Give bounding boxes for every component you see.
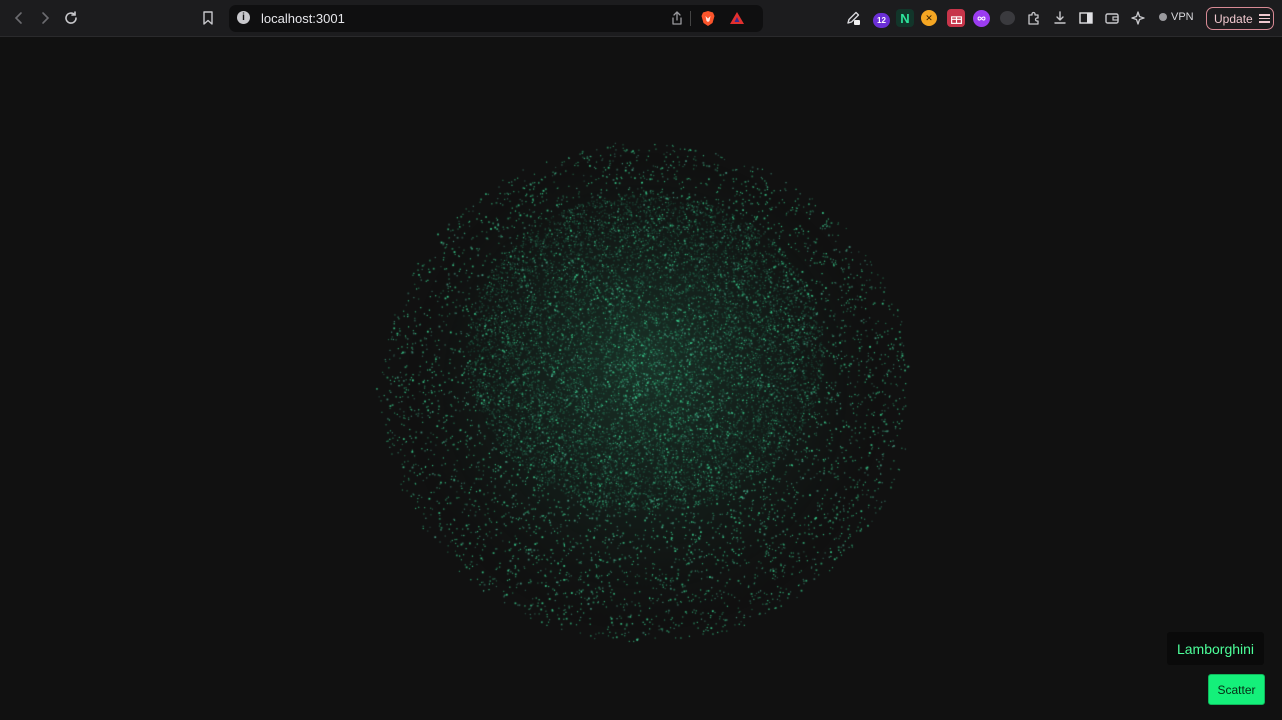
brave-shields-icon[interactable] bbox=[700, 10, 716, 27]
gift-icon bbox=[950, 15, 962, 24]
scatter-button[interactable]: Scatter bbox=[1208, 674, 1265, 705]
leo-ai-button[interactable] bbox=[1128, 8, 1148, 28]
extension-gift-icon[interactable] bbox=[947, 9, 965, 27]
address-bar[interactable]: i localhost:3001 bbox=[229, 5, 763, 32]
reload-button[interactable] bbox=[60, 7, 82, 29]
reload-icon bbox=[65, 11, 77, 24]
infinity-icon bbox=[977, 16, 986, 21]
vpn-status-icon bbox=[1159, 13, 1167, 21]
address-separator bbox=[690, 11, 691, 26]
hamburger-menu-icon bbox=[1258, 14, 1270, 23]
bookmark-button[interactable] bbox=[197, 7, 219, 29]
particle-canvas[interactable] bbox=[0, 37, 1282, 720]
puzzle-icon bbox=[1028, 11, 1039, 25]
download-icon bbox=[1054, 11, 1066, 24]
extension-cloud-icon[interactable] bbox=[1000, 11, 1015, 25]
vpn-button[interactable]: VPN bbox=[1159, 11, 1194, 23]
wallet-icon bbox=[1105, 13, 1119, 24]
extension-orange-icon[interactable]: ✕ bbox=[921, 10, 937, 26]
site-info-icon[interactable]: i bbox=[237, 11, 250, 24]
bookmark-icon bbox=[203, 11, 213, 25]
chevron-left-icon bbox=[14, 12, 22, 24]
extension-n-letter: N bbox=[900, 10, 910, 26]
forward-button[interactable] bbox=[34, 7, 56, 29]
extension-badge-count: 12 bbox=[877, 16, 886, 25]
model-label: Lamborghini bbox=[1167, 632, 1264, 665]
brave-rewards-icon[interactable] bbox=[729, 10, 745, 26]
browser-toolbar: i localhost:3001 12 N ✕ VPN Update bbox=[0, 0, 1282, 37]
downloads-button[interactable] bbox=[1050, 8, 1070, 28]
extension-n-icon[interactable]: N bbox=[896, 9, 914, 27]
update-menu-button[interactable]: Update bbox=[1206, 7, 1274, 30]
update-label: Update bbox=[1214, 11, 1253, 26]
sidebar-icon bbox=[1079, 12, 1093, 24]
address-url: localhost:3001 bbox=[261, 11, 345, 26]
back-button[interactable] bbox=[8, 7, 30, 29]
pen-icon bbox=[847, 11, 860, 25]
page-viewport: Lamborghini Scatter bbox=[0, 37, 1282, 720]
chevron-right-icon bbox=[42, 12, 50, 24]
wallet-button[interactable] bbox=[1102, 8, 1122, 28]
sidebar-button[interactable] bbox=[1076, 8, 1096, 28]
sparkle-icon bbox=[1131, 11, 1145, 25]
extension-pen-button[interactable] bbox=[843, 8, 863, 28]
share-icon[interactable] bbox=[669, 10, 685, 26]
extension-purple-icon[interactable] bbox=[973, 10, 990, 27]
extensions-button[interactable] bbox=[1024, 8, 1044, 28]
vpn-label: VPN bbox=[1171, 11, 1194, 23]
extension-badge-icon[interactable]: 12 bbox=[873, 13, 890, 28]
